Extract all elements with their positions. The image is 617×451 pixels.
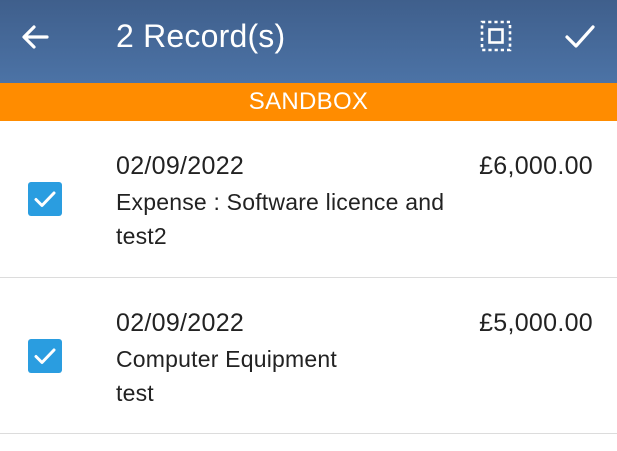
list-item[interactable]: 02/09/2022 £5,000.00 Computer Equipment …: [0, 278, 617, 434]
record-amount: £5,000.00: [479, 309, 593, 337]
select-all-icon: [480, 20, 512, 52]
checkmark-icon: [34, 348, 56, 364]
confirm-button[interactable]: [558, 14, 602, 58]
record-checkbox[interactable]: [28, 339, 62, 373]
record-description-note: test2: [116, 223, 167, 249]
record-description: Expense : Software licence and: [116, 189, 445, 215]
record-date: 02/09/2022: [116, 152, 245, 180]
app-bar: 2 Record(s): [0, 0, 617, 83]
record-date: 02/09/2022: [116, 309, 245, 337]
record-amount: £6,000.00: [479, 152, 593, 180]
arrow-left-icon: [22, 25, 49, 49]
records-list: 02/09/2022 £6,000.00 Expense : Software …: [0, 121, 617, 434]
back-button[interactable]: [14, 16, 56, 58]
sandbox-label: SANDBOX: [248, 88, 369, 115]
select-all-button[interactable]: [474, 14, 518, 58]
record-description-note: test: [116, 380, 154, 406]
record-description: Computer Equipment: [116, 346, 337, 372]
list-item[interactable]: 02/09/2022 £6,000.00 Expense : Software …: [0, 121, 617, 278]
checkmark-icon: [565, 25, 595, 48]
checkmark-icon: [34, 191, 56, 207]
record-checkbox[interactable]: [28, 182, 62, 216]
sandbox-banner: SANDBOX: [0, 83, 617, 121]
page-title: 2 Record(s): [116, 18, 286, 54]
